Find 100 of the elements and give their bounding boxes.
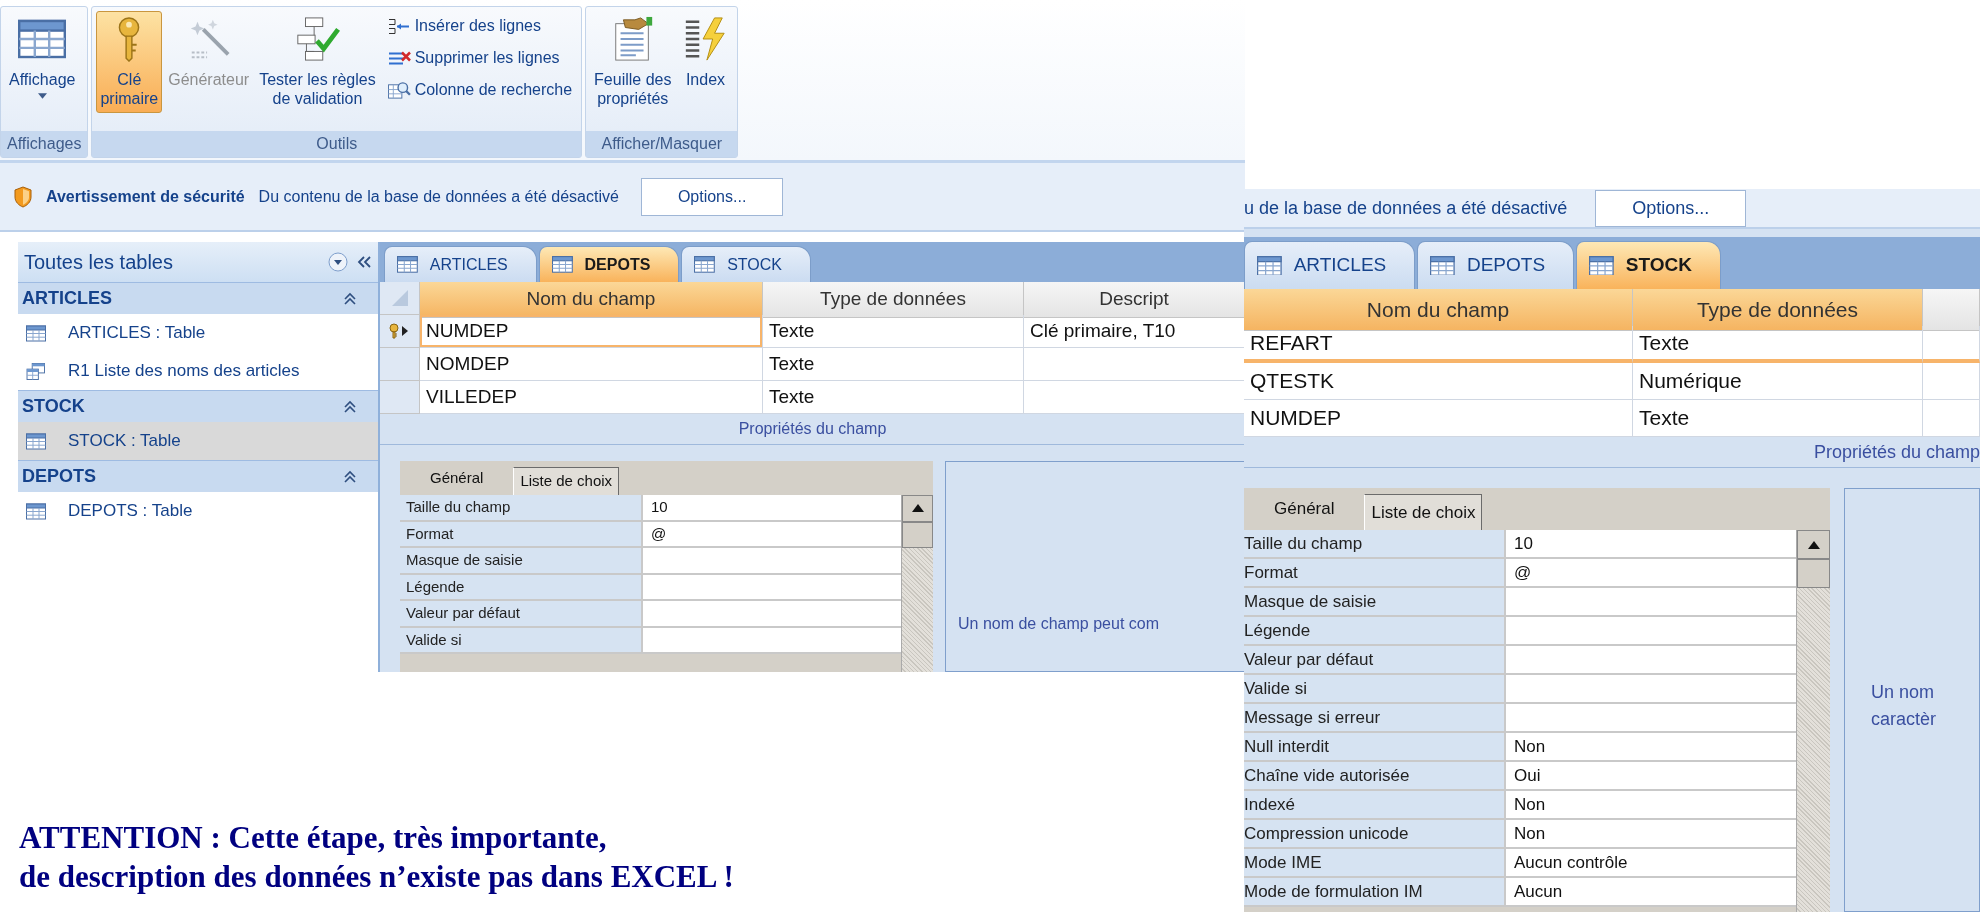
table-cell[interactable]: Numérique xyxy=(1633,363,1923,400)
property-value[interactable] xyxy=(1506,646,1796,675)
table-cell[interactable]: NUMDEP xyxy=(1244,400,1633,437)
property-label: Taille du champ xyxy=(1244,530,1506,559)
property-value[interactable]: Aucun xyxy=(1506,878,1796,907)
lookup-column-icon xyxy=(386,80,411,100)
property-label: Légende xyxy=(1244,617,1506,646)
ribbon-button[interactable]: Index xyxy=(677,11,734,95)
scrollbar[interactable] xyxy=(1796,530,1830,912)
property-value[interactable]: Oui xyxy=(1506,762,1796,791)
column-header[interactable] xyxy=(1923,289,1980,331)
property-value[interactable] xyxy=(643,627,901,654)
scrollbar[interactable] xyxy=(901,495,933,672)
property-label: Valide si xyxy=(1244,675,1506,704)
scroll-up-icon[interactable] xyxy=(1807,540,1820,549)
row-selector[interactable] xyxy=(380,315,420,348)
help-text: Un nom xyxy=(1871,681,1936,704)
table-icon xyxy=(26,502,46,520)
table-cell[interactable]: REFART xyxy=(1244,326,1633,363)
property-value[interactable] xyxy=(1506,704,1796,733)
property-value[interactable] xyxy=(643,574,901,601)
property-value[interactable] xyxy=(1506,588,1796,617)
insert-rows-icon xyxy=(386,16,411,36)
ribbon-button[interactable]: Supprimer les lignes xyxy=(381,43,578,73)
property-value[interactable]: 10 xyxy=(643,495,901,522)
property-label: Valide si xyxy=(400,627,643,654)
property-value[interactable] xyxy=(1506,675,1796,704)
property-value[interactable] xyxy=(643,548,901,575)
document-tab[interactable]: STOCK xyxy=(1576,241,1721,289)
column-header[interactable]: Descript xyxy=(1024,282,1245,318)
property-value[interactable]: Aucun contrôle xyxy=(1506,849,1796,878)
table-cell[interactable]: Texte xyxy=(763,315,1024,348)
table-icon xyxy=(397,256,418,273)
table-cell[interactable] xyxy=(1923,400,1980,437)
ribbon-button[interactable]: Insérer des lignes xyxy=(381,11,578,41)
warning-message: u de la base de données a été désactivé xyxy=(1244,196,1568,220)
property-label: Indexé xyxy=(1244,791,1506,820)
property-label: Valeur par défaut xyxy=(400,601,643,628)
ribbon-button[interactable]: Feuille des propriétés xyxy=(590,11,676,114)
section-caption: Propriétés du champ xyxy=(1244,437,1980,468)
property-value[interactable] xyxy=(1506,617,1796,646)
property-value[interactable]: Non xyxy=(1506,733,1796,762)
table-cell[interactable]: NOMDEP xyxy=(420,348,763,381)
table-cell[interactable]: Texte xyxy=(763,348,1024,381)
dropdown-icon[interactable] xyxy=(328,252,348,272)
property-value[interactable]: @ xyxy=(1506,559,1796,588)
table-icon xyxy=(694,256,716,273)
group-label: Afficher/Masquer xyxy=(586,131,738,157)
table-cell[interactable]: Texte xyxy=(763,381,1024,414)
table-cell[interactable] xyxy=(1923,326,1980,363)
scroll-up-icon[interactable] xyxy=(911,504,924,513)
property-value[interactable]: @ xyxy=(643,521,901,548)
property-label: Masque de saisie xyxy=(400,548,643,575)
help-text: Un nom de champ peut com xyxy=(958,614,1160,634)
ribbon-button[interactable]: Tester les règles de validation xyxy=(255,11,380,114)
document-tab[interactable]: DEPOTS xyxy=(538,246,680,282)
table-cell[interactable] xyxy=(1923,363,1980,400)
nav-item[interactable]: STOCK : Table xyxy=(18,422,378,460)
column-header[interactable]: Type de données xyxy=(1633,289,1923,331)
nav-item[interactable]: ARTICLES : Table xyxy=(18,314,378,352)
document-tab[interactable]: DEPOTS xyxy=(1417,241,1575,289)
collapse-pane-icon[interactable] xyxy=(356,255,372,269)
property-label: Null interdit xyxy=(1244,733,1506,762)
nav-item[interactable]: R1 Liste des noms des articles xyxy=(18,352,378,390)
group-header[interactable]: DEPOTS xyxy=(18,460,378,492)
document-tab[interactable]: STOCK xyxy=(681,246,811,282)
table-cell[interactable]: Texte xyxy=(1633,400,1923,437)
table-cell[interactable]: Texte xyxy=(1633,326,1923,363)
nav-item[interactable]: DEPOTS : Table xyxy=(18,492,378,530)
ribbon-button[interactable]: Colonne de recherche xyxy=(381,75,578,105)
table-cell[interactable]: QTESTK xyxy=(1244,363,1633,400)
scroll-thumb[interactable] xyxy=(1797,559,1830,588)
options-button[interactable]: Options... xyxy=(1595,189,1747,227)
column-header[interactable]: Nom du champ xyxy=(1244,289,1633,331)
property-value[interactable]: 10 xyxy=(1506,530,1796,559)
note-text: de description des données n’existe pas dans EXCEL ! xyxy=(19,858,734,896)
property-value[interactable]: Non xyxy=(1506,820,1796,849)
scroll-thumb[interactable] xyxy=(902,521,933,548)
document-tab[interactable]: ARTICLES xyxy=(1244,241,1416,289)
property-value[interactable] xyxy=(643,601,901,628)
ribbon-button[interactable]: Clé primaire xyxy=(96,11,163,114)
column-header[interactable]: Type de données xyxy=(763,282,1024,318)
group-header[interactable]: STOCK xyxy=(18,390,378,422)
ribbon-button[interactable]: Affichage xyxy=(5,11,80,105)
property-label: Taille du champ xyxy=(400,495,643,522)
table-cell[interactable]: VILLEDEP xyxy=(420,381,763,414)
group-label: Affichages xyxy=(1,131,88,157)
section-caption: Propriétés du champ xyxy=(380,414,1245,445)
property-tab[interactable]: Liste de choix xyxy=(1364,494,1483,530)
table-cell[interactable]: NUMDEP xyxy=(420,315,763,348)
column-header[interactable]: Nom du champ xyxy=(420,282,763,318)
table-icon xyxy=(26,324,46,342)
property-value[interactable]: Non xyxy=(1506,791,1796,820)
table-icon xyxy=(26,432,46,450)
document-tab[interactable]: ARTICLES xyxy=(384,246,537,282)
table-icon xyxy=(1257,255,1282,276)
group-header[interactable]: ARTICLES xyxy=(18,282,378,314)
table-icon xyxy=(1430,255,1455,276)
property-tab[interactable]: Liste de choix xyxy=(513,467,620,495)
options-button[interactable]: Options... xyxy=(640,177,784,216)
